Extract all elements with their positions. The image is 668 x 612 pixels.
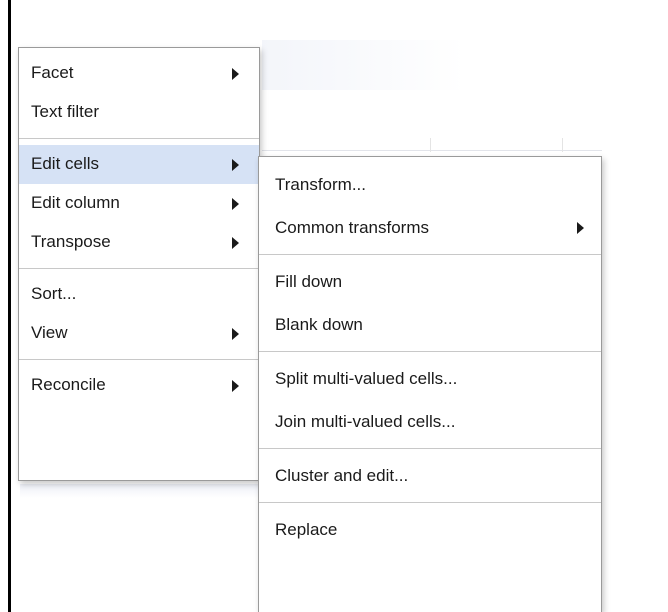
menu-item-label: Facet [31,63,74,82]
submenu-item-common-transforms[interactable]: Common transforms [259,206,601,249]
menu-item-label: Reconcile [31,375,106,394]
menu-item-edit-column[interactable]: Edit column [19,184,259,223]
menu-item-text-filter[interactable]: Text filter [19,93,259,132]
menu-item-sort[interactable]: Sort... [19,275,259,314]
menu-separator [19,268,259,269]
submenu-item-transform[interactable]: Transform... [259,163,601,206]
submenu-item-fill-down[interactable]: Fill down [259,260,601,303]
menu-item-label: Sort... [31,284,77,303]
triangle-right-icon [577,221,584,234]
submenu-item-blank-down[interactable]: Blank down [259,303,601,346]
menu-item-label: Join multi-valued cells... [275,412,456,431]
window-left-edge [8,0,11,612]
submenu-item-join-multi-valued-cells[interactable]: Join multi-valued cells... [259,400,601,443]
menu-item-label: Text filter [31,102,100,121]
triangle-right-icon [232,158,239,171]
menu-item-edit-cells[interactable]: Edit cells [19,145,259,184]
menu-item-label: Split multi-valued cells... [275,369,458,388]
menu-item-label: Transpose [31,232,111,251]
triangle-right-icon [232,197,239,210]
column-context-menu: Facet Text filter Edit cells Edit column… [18,47,260,481]
menu-item-label: Edit cells [31,154,100,173]
menu-item-label: Transform... [275,175,366,194]
edit-cells-submenu: Transform... Common transforms Fill down… [258,156,602,612]
menu-separator [259,502,601,503]
triangle-right-icon [232,236,239,249]
submenu-item-split-multi-valued-cells[interactable]: Split multi-valued cells... [259,357,601,400]
background-content [20,484,260,498]
triangle-right-icon [232,67,239,80]
menu-separator [259,351,601,352]
background-divider [262,150,602,151]
triangle-right-icon [232,379,239,392]
menu-item-label: Blank down [275,315,363,334]
menu-separator [19,138,259,139]
background-tick [430,138,431,152]
menu-separator [19,359,259,360]
menu-item-label: Cluster and edit... [275,466,409,485]
menu-item-view[interactable]: View [19,314,259,353]
menu-item-label: Edit column [31,193,120,212]
menu-item-label: Fill down [275,272,343,291]
menu-separator [259,448,601,449]
menu-item-label: View [31,323,68,342]
background-content [262,40,602,90]
menu-separator [259,254,601,255]
menu-item-reconcile[interactable]: Reconcile [19,366,259,405]
menu-item-facet[interactable]: Facet [19,54,259,93]
menu-item-label: Replace [275,520,338,539]
background-tick [562,138,563,152]
submenu-item-cluster-and-edit[interactable]: Cluster and edit... [259,454,601,497]
triangle-right-icon [232,327,239,340]
menu-item-label: Common transforms [275,218,429,237]
menu-item-transpose[interactable]: Transpose [19,223,259,262]
submenu-item-replace[interactable]: Replace [259,508,601,551]
